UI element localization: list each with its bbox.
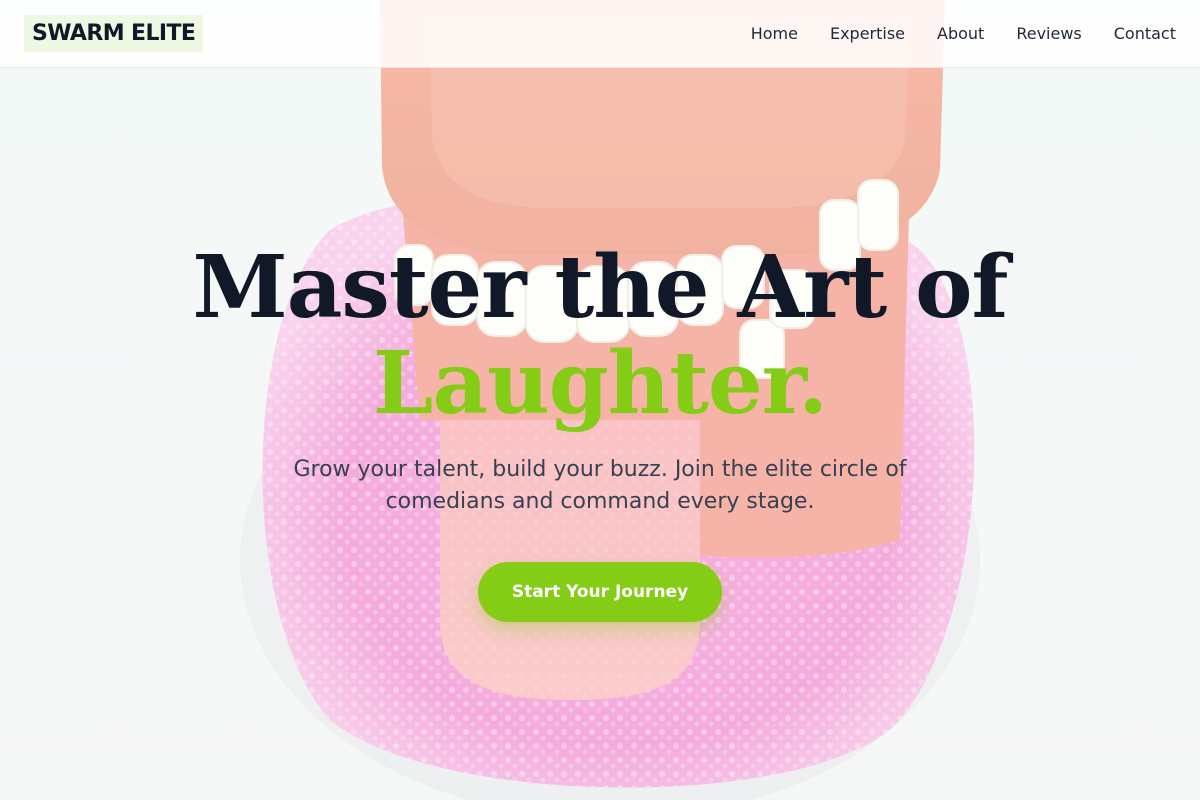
nav-link-reviews[interactable]: Reviews [1016,24,1081,43]
main-nav: Home Expertise About Reviews Contact [751,24,1176,43]
start-journey-button[interactable]: Start Your Journey [478,562,722,622]
hero-headline-line1: Master the Art of [192,237,1009,338]
site-header: SWARM ELITE Home Expertise About Reviews… [0,0,1200,68]
nav-link-about[interactable]: About [937,24,984,43]
hero-headline-highlight: Laughter. [372,333,828,434]
hero-headline: Master the Art of Laughter. [0,240,1200,432]
nav-link-expertise[interactable]: Expertise [830,24,905,43]
hero-section: Master the Art of Laughter. Grow your ta… [0,240,1200,622]
hero-subtitle: Grow your talent, build your buzz. Join … [293,457,907,514]
nav-link-home[interactable]: Home [751,24,798,43]
brand-logo[interactable]: SWARM ELITE [24,15,204,52]
nav-link-contact[interactable]: Contact [1114,24,1176,43]
